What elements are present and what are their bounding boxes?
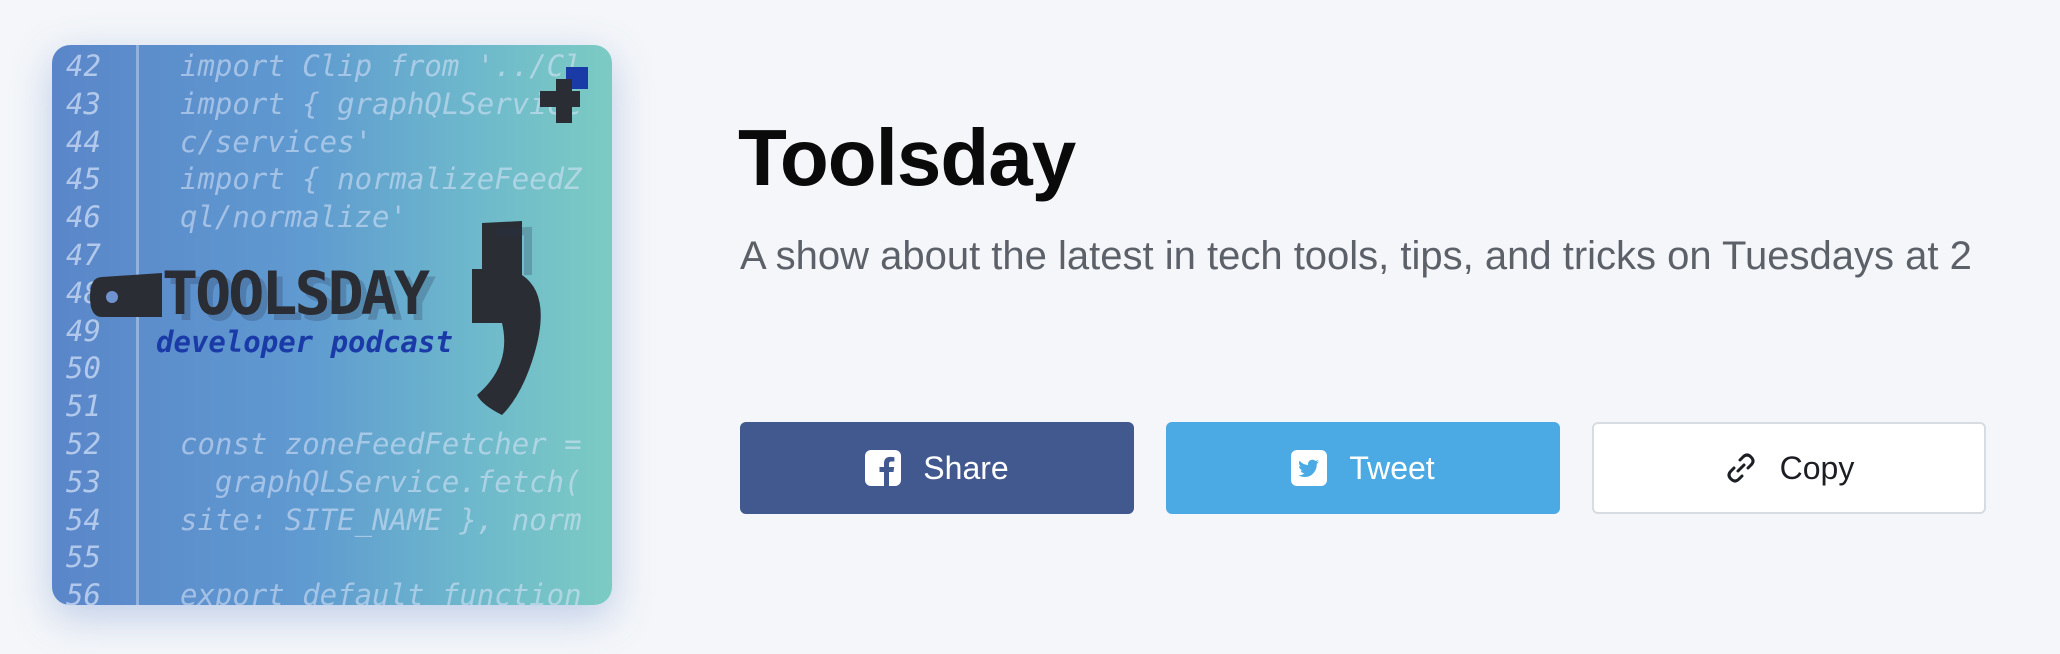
logo-subtitle: developer podcast: [156, 325, 453, 359]
podcast-description: A show about the latest in tech tools, t…: [740, 234, 1972, 278]
twitter-icon: [1291, 450, 1328, 486]
code-line-number: 44: [66, 124, 101, 159]
code-line-number: 56: [66, 578, 101, 605]
code-line: 53 graphQLService.fetch(: [52, 463, 612, 501]
code-line: 45 import { normalizeFeedZ: [52, 160, 612, 198]
tweet-label: Tweet: [1349, 449, 1435, 486]
code-line-number: 42: [66, 49, 101, 83]
code-line: 42 import Clip from '../Cl: [52, 47, 612, 85]
code-line: 44 c/services': [52, 123, 612, 161]
code-line-number: 53: [66, 464, 101, 499]
link-icon: [1727, 453, 1755, 483]
code-line: 54 site: SITE_NAME }, norm: [52, 501, 612, 539]
code-line-number: 43: [66, 86, 101, 121]
podcast-title: Toolsday: [738, 113, 1076, 202]
facebook-share-button[interactable]: Share: [740, 422, 1134, 514]
toolsday-logo: TOOLSDAY developer podcast: [82, 215, 612, 415]
code-line-number: 52: [66, 427, 101, 461]
code-line-text: import { normalizeFeedZ: [180, 162, 582, 197]
code-line: 52 const zoneFeedFetcher =: [52, 425, 612, 463]
copy-label: Copy: [1779, 449, 1855, 486]
code-line-text: const zoneFeedFetcher =: [180, 427, 582, 461]
code-line-text: import { graphQLService: [180, 86, 582, 121]
code-line: 55: [52, 538, 612, 576]
facebook-share-label: Share: [923, 449, 1009, 486]
code-line-text: import Clip from '../Cl: [180, 49, 582, 83]
code-line-text: c/services': [180, 124, 373, 159]
code-line-text: site: SITE_NAME }, norm: [180, 502, 582, 537]
brand-mark-icon: [540, 67, 588, 123]
logo-text: TOOLSDAY: [162, 259, 430, 329]
code-line-text: export default function: [180, 578, 582, 605]
facebook-icon: [865, 450, 902, 486]
code-line-number: 54: [66, 502, 101, 537]
tweet-button[interactable]: Tweet: [1166, 422, 1560, 514]
code-line-text: graphQLService.fetch(: [180, 464, 582, 499]
code-line: 56 export default function: [52, 576, 612, 605]
code-line-number: 45: [66, 162, 101, 197]
code-line-number: 55: [66, 540, 101, 575]
podcast-artwork: 42 import Clip from '../Cl 43 import { grap…: [52, 45, 612, 605]
code-line: 43 import { graphQLService: [52, 85, 612, 123]
copy-link-button[interactable]: Copy: [1592, 422, 1986, 514]
